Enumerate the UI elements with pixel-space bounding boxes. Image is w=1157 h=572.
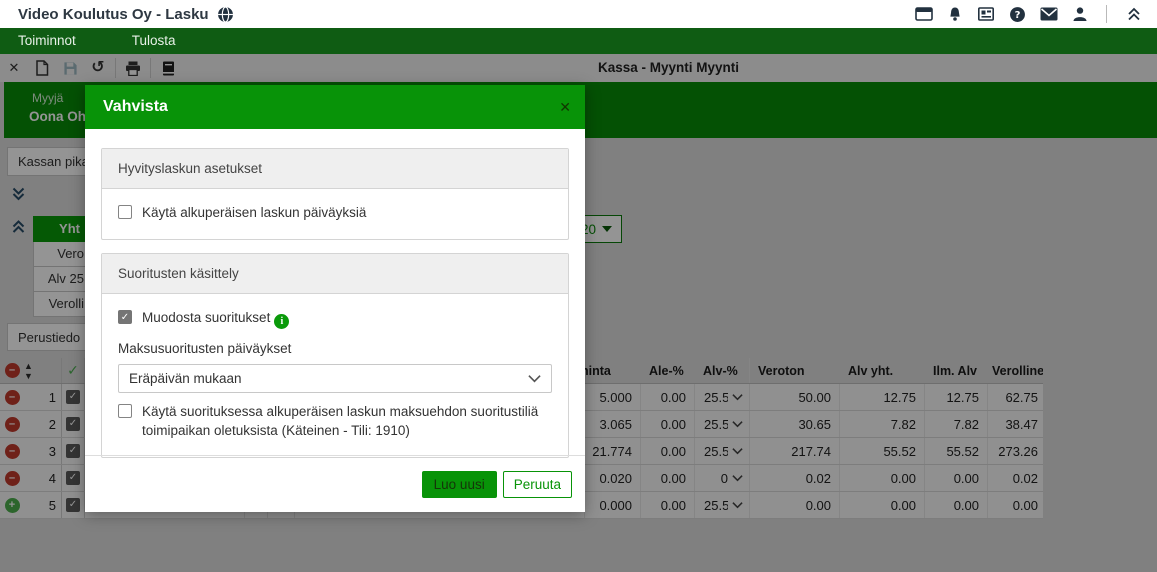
menu-toiminnot[interactable]: Toiminnot bbox=[0, 28, 112, 54]
panel-title: Suoritusten käsittely bbox=[102, 254, 568, 294]
luo-uusi-button[interactable]: Luo uusi bbox=[422, 471, 497, 498]
user-icon[interactable] bbox=[1072, 6, 1088, 22]
credit-note-settings-panel: Hyvityslaskun asetukset Käytä alkuperäis… bbox=[101, 148, 569, 240]
window-icon[interactable] bbox=[915, 6, 933, 22]
info-icon[interactable]: i bbox=[274, 314, 289, 329]
window-title: Video Koulutus Oy - Lasku bbox=[18, 6, 209, 23]
checkbox-checked[interactable]: ✓ bbox=[118, 310, 132, 324]
checkbox-label: Muodosta suoritukseti bbox=[142, 308, 289, 329]
menu-tulosta[interactable]: Tulosta bbox=[112, 28, 196, 54]
mail-icon[interactable] bbox=[1040, 7, 1058, 21]
dialog-header: Vahvista ✕ bbox=[85, 85, 585, 129]
titlebar-separator bbox=[1106, 5, 1107, 23]
menu-bar: Toiminnot Tulosta bbox=[0, 28, 1157, 54]
create-payments-checkbox-row[interactable]: ✓ Muodosta suoritukseti bbox=[118, 308, 552, 329]
panel-title: Hyvityslaskun asetukset bbox=[102, 149, 568, 189]
payments-handling-panel: Suoritusten käsittely ✓ Muodosta suoritu… bbox=[101, 253, 569, 458]
checkbox-label: Käytä suorituksessa alkuperäisen laskun … bbox=[142, 402, 542, 441]
dialog-body: Hyvityslaskun asetukset Käytä alkuperäis… bbox=[85, 129, 585, 458]
use-payment-account-checkbox-row[interactable]: Käytä suorituksessa alkuperäisen laskun … bbox=[118, 402, 552, 441]
checkbox-label: Käytä alkuperäisen laskun päiväyksiä bbox=[142, 203, 366, 223]
news-card-icon[interactable] bbox=[977, 6, 995, 22]
dialog-title: Vahvista bbox=[103, 98, 168, 116]
collapse-chevrons-icon[interactable] bbox=[1125, 6, 1143, 22]
chevron-down-icon bbox=[528, 374, 541, 383]
title-bar: Video Koulutus Oy - Lasku ? bbox=[0, 0, 1157, 28]
payment-dates-label: Maksusuoritusten päiväykset bbox=[118, 341, 552, 356]
checkbox-unchecked[interactable] bbox=[118, 404, 132, 418]
vahvista-dialog: Vahvista ✕ Hyvityslaskun asetukset Käytä… bbox=[85, 85, 585, 512]
notifications-bell-icon[interactable] bbox=[947, 6, 963, 23]
select-value: Eräpäivän mukaan bbox=[129, 371, 242, 386]
checkbox-unchecked[interactable] bbox=[118, 205, 132, 219]
use-original-dates-checkbox-row[interactable]: Käytä alkuperäisen laskun päiväyksiä bbox=[118, 203, 552, 223]
titlebar-icon-group: ? bbox=[915, 0, 1143, 28]
application-window: Video Koulutus Oy - Lasku ? Toiminnot Tu… bbox=[0, 0, 1157, 572]
globe-icon bbox=[217, 6, 234, 23]
dialog-footer: Luo uusi Peruuta bbox=[85, 455, 585, 512]
svg-text:?: ? bbox=[1015, 10, 1021, 21]
help-icon[interactable]: ? bbox=[1009, 6, 1026, 23]
payment-dates-select[interactable]: Eräpäivän mukaan bbox=[118, 364, 552, 393]
close-icon[interactable]: ✕ bbox=[559, 99, 571, 116]
peruuta-button[interactable]: Peruuta bbox=[503, 471, 572, 498]
